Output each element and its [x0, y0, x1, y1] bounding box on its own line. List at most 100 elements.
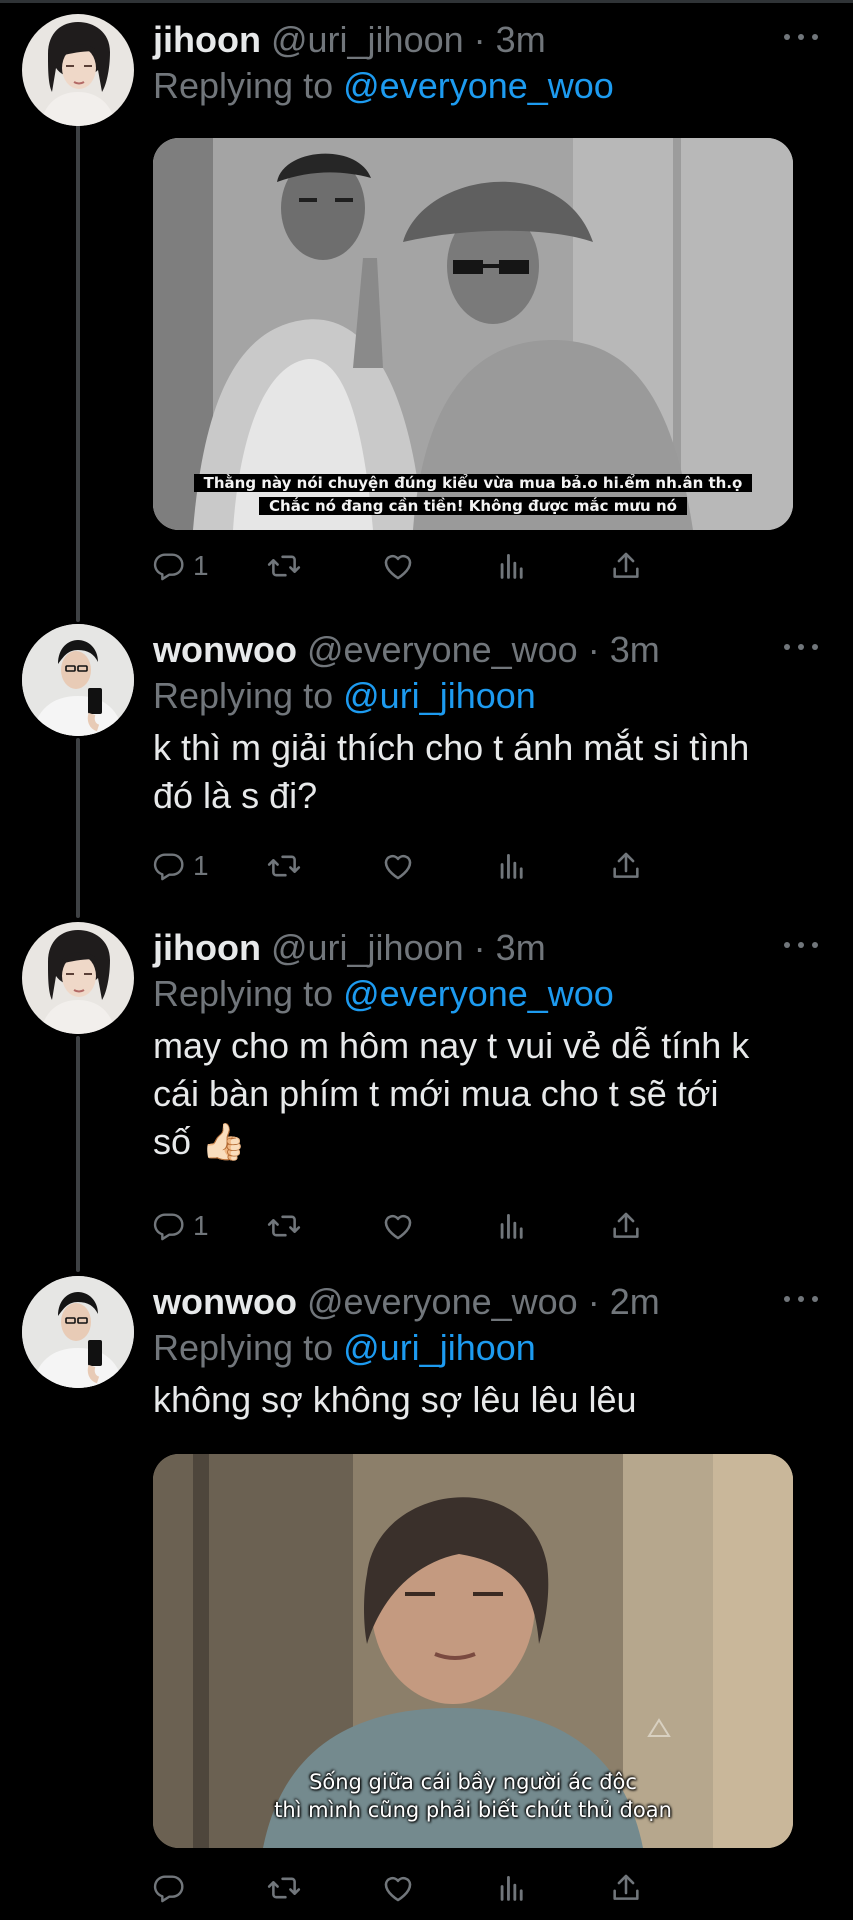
analytics-icon	[495, 1871, 529, 1905]
timestamp[interactable]: 3m	[496, 927, 546, 968]
user-handle[interactable]: @everyone_woo	[307, 629, 578, 670]
caption-line: thì mình cũng phải biết chút thủ đoạn	[274, 1798, 672, 1822]
replying-to: Replying to @everyone_woo	[153, 972, 614, 1016]
like-button[interactable]	[381, 544, 415, 588]
tweet[interactable]: wonwoo @everyone_woo · 2m Replying to @u…	[0, 1276, 853, 1916]
views-button[interactable]	[495, 544, 529, 588]
tweet-text-line: số 👍🏻	[153, 1121, 246, 1162]
top-divider	[0, 0, 853, 3]
replying-to-label: Replying to	[153, 973, 334, 1014]
tweet-text: may cho m hôm nay t vui vẻ dễ tính k cái…	[153, 1022, 833, 1166]
display-name[interactable]: wonwoo	[153, 629, 297, 670]
share-icon	[609, 1209, 643, 1243]
replying-to-label: Replying to	[153, 1327, 334, 1368]
like-button[interactable]	[381, 1866, 415, 1910]
mention-link[interactable]: @uri_jihoon	[343, 675, 536, 716]
timestamp[interactable]: 3m	[496, 19, 546, 60]
tweet-actions: 1	[153, 844, 793, 888]
reply-icon	[153, 550, 185, 582]
retweet-icon	[267, 1209, 301, 1243]
tweet[interactable]: jihoon @uri_jihoon · 3m Replying to @eve…	[0, 14, 853, 594]
tweet[interactable]: wonwoo @everyone_woo · 3m Replying to @u…	[0, 624, 853, 894]
tweet-media-image[interactable]: Sống giữa cái bầy người ác độc thì mình …	[153, 1454, 793, 1848]
mention-link[interactable]: @everyone_woo	[343, 65, 614, 106]
user-handle[interactable]: @everyone_woo	[307, 1281, 578, 1322]
separator: ·	[473, 927, 486, 968]
caption-line: Thằng này nói chuyện đúng kiểu vừa mua b…	[153, 472, 793, 495]
reply-button[interactable]: 1	[153, 844, 209, 888]
share-icon	[609, 1871, 643, 1905]
retweet-button[interactable]	[267, 1866, 301, 1910]
display-name[interactable]: wonwoo	[153, 1281, 297, 1322]
caption-text: Chắc nó đang cần tiền! Không được mắc mư…	[259, 497, 687, 515]
heart-icon	[381, 549, 415, 583]
share-button[interactable]	[609, 544, 643, 588]
tweet-header: jihoon @uri_jihoon · 3m	[153, 926, 546, 970]
views-button[interactable]	[495, 1204, 529, 1248]
avatar[interactable]	[22, 922, 134, 1034]
reply-icon	[153, 850, 185, 882]
more-options-button[interactable]	[779, 22, 823, 52]
replying-to-label: Replying to	[153, 675, 334, 716]
tweet-actions: 1	[153, 1204, 793, 1248]
reply-count: 1	[193, 550, 209, 581]
caption-line: Sống giữa cái bầy người ác độc	[309, 1770, 637, 1794]
timestamp[interactable]: 3m	[610, 629, 660, 670]
display-name[interactable]: jihoon	[153, 19, 261, 60]
like-button[interactable]	[381, 1204, 415, 1248]
replying-to: Replying to @uri_jihoon	[153, 674, 536, 718]
caption-text: Thằng này nói chuyện đúng kiểu vừa mua b…	[193, 474, 753, 492]
more-options-button[interactable]	[779, 1284, 823, 1314]
heart-icon	[381, 1871, 415, 1905]
more-horizontal-icon	[779, 1284, 823, 1314]
tweet-media-image[interactable]: Thằng này nói chuyện đúng kiểu vừa mua b…	[153, 138, 793, 530]
reply-button[interactable]: 1	[153, 1204, 209, 1248]
user-handle[interactable]: @uri_jihoon	[271, 927, 464, 968]
reply-icon	[153, 1872, 185, 1904]
replying-to: Replying to @uri_jihoon	[153, 1326, 536, 1370]
retweet-button[interactable]	[267, 844, 301, 888]
mention-link[interactable]: @everyone_woo	[343, 973, 614, 1014]
reply-icon	[153, 1210, 185, 1242]
mention-link[interactable]: @uri_jihoon	[343, 1327, 536, 1368]
share-button[interactable]	[609, 1866, 643, 1910]
share-icon	[609, 849, 643, 883]
avatar[interactable]	[22, 1276, 134, 1388]
media-caption: Thằng này nói chuyện đúng kiểu vừa mua b…	[153, 472, 793, 518]
tweet[interactable]: jihoon @uri_jihoon · 3m Replying to @eve…	[0, 922, 853, 1252]
retweet-icon	[267, 849, 301, 883]
retweet-button[interactable]	[267, 1204, 301, 1248]
analytics-icon	[495, 1209, 529, 1243]
avatar[interactable]	[22, 624, 134, 736]
share-button[interactable]	[609, 1204, 643, 1248]
reply-button[interactable]	[153, 1866, 193, 1910]
separator: ·	[587, 629, 600, 670]
tweet-text-line: may cho m hôm nay t vui vẻ dễ tính k	[153, 1025, 750, 1066]
retweet-button[interactable]	[267, 544, 301, 588]
user-handle[interactable]: @uri_jihoon	[271, 19, 464, 60]
timestamp[interactable]: 2m	[610, 1281, 660, 1322]
tweet-text-line: không sợ không sợ lêu lêu lêu	[153, 1379, 637, 1420]
more-options-button[interactable]	[779, 632, 823, 662]
tweet-text: không sợ không sợ lêu lêu lêu	[153, 1376, 833, 1424]
tweet-header: wonwoo @everyone_woo · 3m	[153, 628, 660, 672]
analytics-icon	[495, 549, 529, 583]
tweet-text-line: cái bàn phím t mới mua cho t sẽ tới	[153, 1073, 719, 1114]
reply-button[interactable]: 1	[153, 544, 209, 588]
tweet-text-line: đó là s đi?	[153, 775, 318, 816]
more-horizontal-icon	[779, 632, 823, 662]
views-button[interactable]	[495, 1866, 529, 1910]
more-horizontal-icon	[779, 22, 823, 52]
reply-count: 1	[193, 1210, 209, 1241]
share-icon	[609, 549, 643, 583]
more-options-button[interactable]	[779, 930, 823, 960]
avatar[interactable]	[22, 14, 134, 126]
reply-count: 1	[193, 850, 209, 881]
retweet-icon	[267, 1871, 301, 1905]
heart-icon	[381, 1209, 415, 1243]
views-button[interactable]	[495, 844, 529, 888]
share-button[interactable]	[609, 844, 643, 888]
media-caption: Sống giữa cái bầy người ác độc thì mình …	[153, 1768, 793, 1824]
like-button[interactable]	[381, 844, 415, 888]
display-name[interactable]: jihoon	[153, 927, 261, 968]
